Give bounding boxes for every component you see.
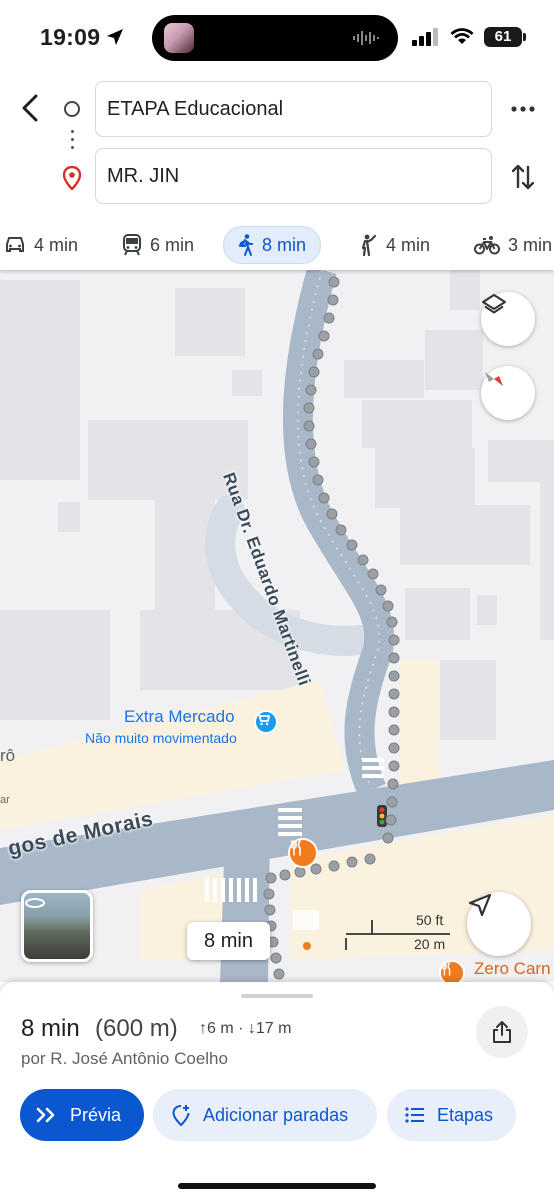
navigation-arrow-icon <box>468 893 492 917</box>
partial-poi-label-2: ar <box>0 794 10 806</box>
compass-icon <box>485 372 503 386</box>
partial-poi-label: rô <box>0 746 16 765</box>
poi-subtitle: Não muito movimentado <box>85 730 237 746</box>
destination-pin-icon <box>62 166 82 190</box>
swap-arrows-icon <box>512 164 534 190</box>
location-arrow-icon <box>107 29 123 45</box>
route-summary-sheet: 8 min (600 m) ↑6 m · ↓17 m por R. José A… <box>0 982 554 1200</box>
mode-tab-ride-hail[interactable]: 4 min <box>358 226 430 264</box>
route-via: por R. José Antônio Coelho <box>21 1049 228 1068</box>
start-navigation-button[interactable] <box>467 892 531 956</box>
steps-label: Etapas <box>437 1104 494 1125</box>
swap-route-button[interactable] <box>508 160 538 194</box>
restaurant-label[interactable]: Zero Carn <box>474 959 551 979</box>
double-chevron-icon <box>36 1107 58 1123</box>
preview-label: Prévia <box>70 1104 122 1125</box>
origin-field[interactable]: ETAPA Educacional <box>95 81 492 137</box>
mode-time: 8 min <box>262 234 307 255</box>
add-location-icon <box>171 1104 191 1126</box>
poi-name[interactable]: Extra Mercado <box>124 707 235 727</box>
now-playing-avatar <box>164 23 194 53</box>
map-view[interactable]: Rua Dr. Eduardo Martinelli gos de Morais… <box>0 270 554 982</box>
more-options-button[interactable] <box>506 96 540 122</box>
sheet-drag-handle[interactable] <box>241 994 313 998</box>
walk-icon <box>238 234 254 256</box>
mode-tab-car[interactable]: 4 min <box>4 226 78 264</box>
mode-time: 6 min <box>150 234 195 255</box>
scale-feet: 50 ft <box>416 912 444 928</box>
origin-circle-icon <box>64 101 80 117</box>
scale-meters: 20 m <box>414 936 446 952</box>
mode-tab-transit[interactable]: 6 min <box>122 226 194 264</box>
layers-icon <box>482 294 506 314</box>
mode-time: 3 min <box>508 234 553 255</box>
route-connector <box>71 130 74 154</box>
add-stops-button[interactable]: Adicionar paradas <box>153 1089 377 1141</box>
list-icon <box>405 1107 425 1123</box>
route-distance: (600 m) <box>95 1015 178 1042</box>
bike-icon <box>474 235 500 255</box>
layers-button[interactable] <box>481 292 535 346</box>
rotate-360-icon <box>25 898 45 908</box>
home-indicator <box>178 1183 376 1189</box>
elevation-info: ↑6 m · ↓17 m <box>199 1020 292 1037</box>
route-duration: 8 min <box>21 1015 80 1042</box>
steps-button[interactable]: Etapas <box>387 1089 516 1141</box>
back-button[interactable] <box>12 88 48 128</box>
street-view-thumbnail[interactable] <box>21 890 93 962</box>
audio-wave-icon <box>353 31 379 45</box>
compass-button[interactable] <box>481 366 535 420</box>
battery-indicator: 61 <box>484 27 522 47</box>
share-icon <box>493 1021 511 1043</box>
restaurant-pin-icon[interactable] <box>439 960 465 982</box>
destination-field[interactable]: MR. JIN <box>95 148 492 204</box>
mode-time: 4 min <box>386 234 431 255</box>
status-bar: 19:09 61 <box>0 0 554 76</box>
dynamic-island[interactable] <box>152 15 398 61</box>
mode-tab-walk[interactable]: 8 min <box>223 226 322 264</box>
route-time-callout[interactable]: 8 min <box>187 922 270 960</box>
share-button[interactable] <box>476 1006 528 1058</box>
transit-icon <box>122 234 142 256</box>
wifi-icon <box>450 28 474 44</box>
shopping-cart-icon[interactable] <box>254 710 278 734</box>
cellular-signal-icon <box>412 28 438 46</box>
restaurant-pin-icon[interactable] <box>288 838 318 868</box>
mode-tab-bike[interactable]: 3 min <box>474 226 552 264</box>
ride-hail-icon <box>358 234 378 256</box>
add-stops-label: Adicionar paradas <box>203 1104 349 1125</box>
status-time: 19:09 <box>40 24 101 50</box>
mode-time: 4 min <box>34 234 79 255</box>
more-dots-icon <box>511 106 535 112</box>
preview-button[interactable]: Prévia <box>20 1089 144 1141</box>
battery-nub <box>523 33 526 41</box>
travel-mode-tabs: 4 min 6 min 8 min 4 min 3 min <box>0 222 554 270</box>
car-icon <box>4 235 26 255</box>
back-arrow-icon <box>22 94 38 122</box>
